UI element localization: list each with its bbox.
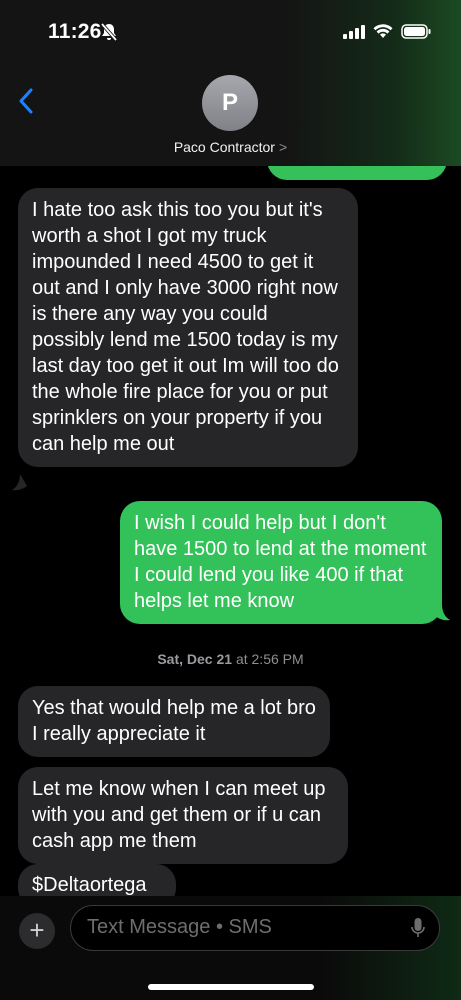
message-text: Let me know when I can meet up with you … — [32, 778, 326, 852]
avatar-initial: P — [221, 89, 238, 116]
incoming-message-bubble[interactable]: I hate too ask this too you but it's wor… — [18, 188, 358, 467]
outgoing-bubble-tail — [435, 604, 450, 621]
message-input-placeholder: Text Message • SMS — [87, 916, 272, 938]
outgoing-message-bubble[interactable]: I wish I could help but I don't have 150… — [120, 501, 442, 624]
chevron-right-icon: > — [278, 139, 288, 155]
timestamp-time: at 2:56 PM — [235, 651, 304, 667]
incoming-bubble-tail — [12, 474, 27, 491]
status-bar: 11:26 — [0, 0, 461, 66]
message-text: I hate too ask this too you but it's wor… — [32, 199, 339, 455]
silent-mode-icon — [100, 22, 118, 47]
incoming-message-bubble[interactable]: Yes that would help me a lot bro I reall… — [18, 686, 330, 757]
message-text: $Deltaortega — [32, 874, 147, 896]
cellular-signal-icon — [343, 24, 365, 44]
contact-name-link[interactable]: Paco Contractor > — [0, 139, 461, 155]
message-text: I wish I could help but I don't have 150… — [134, 512, 427, 612]
back-chevron-icon[interactable] — [18, 88, 34, 119]
add-attachment-button[interactable]: + — [19, 913, 55, 949]
status-time: 11:26 — [48, 20, 102, 43]
battery-icon — [401, 24, 431, 44]
home-indicator[interactable] — [148, 984, 314, 990]
microphone-icon[interactable] — [411, 917, 425, 944]
contact-avatar[interactable]: P — [202, 75, 258, 131]
incoming-message-bubble[interactable]: Let me know when I can meet up with you … — [18, 767, 348, 864]
wifi-icon — [373, 24, 393, 44]
message-text: Yes that would help me a lot bro I reall… — [32, 697, 316, 745]
contact-name: Paco Contractor — [173, 139, 275, 155]
message-input[interactable]: Text Message • SMS — [70, 905, 440, 951]
status-icons — [343, 24, 431, 44]
timestamp-day: Sat, Dec 21 — [157, 651, 233, 667]
message-timestamp: Sat, Dec 21 at 2:56 PM — [0, 651, 461, 667]
